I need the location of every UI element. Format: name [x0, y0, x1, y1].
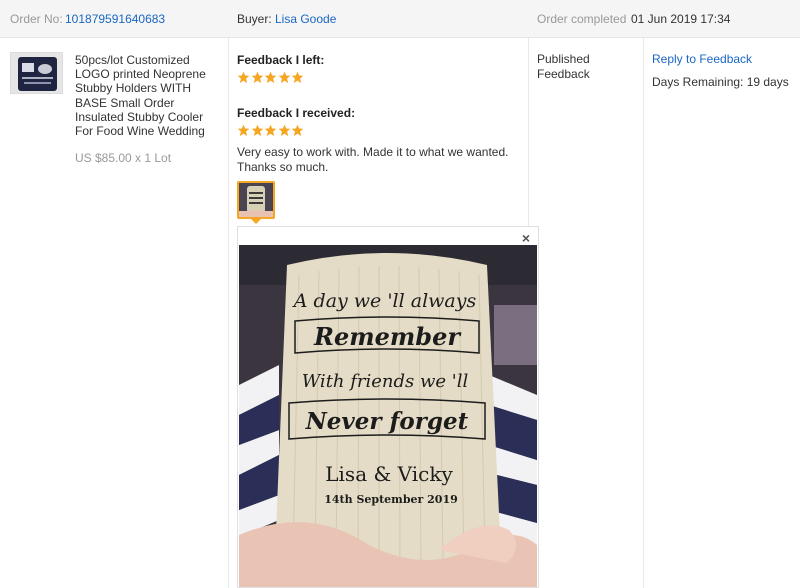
product-title[interactable]: 50pcs/lot Customized LOGO printed Neopre… [75, 53, 223, 138]
star-icon [278, 71, 291, 84]
photo-text-line1: A day we 'll always [292, 290, 477, 312]
stubby-holder-image [11, 53, 62, 93]
order-status-label: Order completed [537, 12, 627, 26]
feedback-left-rating [237, 71, 305, 85]
thumbnail-pointer [251, 219, 261, 224]
star-icon [291, 124, 304, 137]
feedback-photo-thumbnail[interactable] [237, 181, 275, 219]
star-icon [251, 71, 264, 84]
photo-text-date: 14th September 2019 [324, 493, 458, 506]
column-divider [228, 38, 229, 588]
feedback-status: Published Feedback [537, 52, 590, 81]
feedback-photo: A day we 'll always Remember With friend… [239, 245, 537, 587]
feedback-comment: Very easy to work with. Made it to what … [237, 145, 509, 174]
photo-preview-panel: × A day we 'll always Remember With frie… [237, 226, 539, 588]
feedback-received-heading: Feedback I received: [237, 106, 356, 120]
buyer-label: Buyer: [237, 12, 272, 26]
order-number-link[interactable]: 101879591640683 [65, 12, 165, 26]
reply-to-feedback-link[interactable]: Reply to Feedback [652, 52, 752, 66]
photo-text-line4: Never forget [305, 408, 469, 435]
star-icon [278, 124, 291, 137]
close-icon[interactable]: × [522, 230, 530, 246]
stubby-holder-photo: A day we 'll always Remember With friend… [239, 245, 537, 587]
order-completed-date: 01 Jun 2019 17:34 [631, 12, 731, 26]
days-remaining: Days Remaining: 19 days [652, 75, 789, 89]
star-icon [237, 124, 250, 137]
product-price: US $85.00 x 1 Lot [75, 151, 172, 165]
order-number-label: Order No: [10, 12, 63, 26]
feedback-received-rating [237, 124, 305, 138]
product-thumbnail[interactable] [10, 52, 63, 94]
feedback-left-heading: Feedback I left: [237, 53, 325, 67]
star-icon [291, 71, 304, 84]
star-icon [251, 124, 264, 137]
photo-text-line3: With friends we 'll [302, 371, 469, 392]
buyer-name-link[interactable]: Lisa Goode [275, 12, 336, 26]
column-divider [643, 38, 644, 588]
star-icon [264, 124, 277, 137]
photo-text-line2: Remember [313, 322, 462, 351]
order-header: Order No: 101879591640683 Buyer: Lisa Go… [0, 0, 800, 38]
feedback-photo-mini [239, 183, 273, 217]
photo-text-names: Lisa & Vicky [325, 462, 453, 486]
star-icon [237, 71, 250, 84]
star-icon [264, 71, 277, 84]
